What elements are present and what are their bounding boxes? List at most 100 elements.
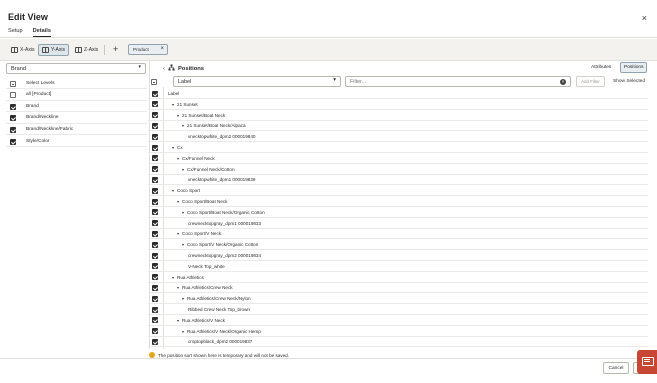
- position-row[interactable]: ▾ Rua Athletics/Crew Neck: [148, 282, 648, 294]
- position-checkbox[interactable]: [152, 90, 158, 97]
- tab-setup[interactable]: Setup: [8, 28, 23, 37]
- level-row[interactable]: Select Levels: [6, 78, 147, 89]
- expand-toggle-icon[interactable]: ▾: [182, 296, 184, 301]
- expand-toggle-icon[interactable]: ▾: [177, 199, 179, 204]
- expand-toggle-icon[interactable]: ▾: [172, 275, 174, 280]
- position-row[interactable]: vnecktopwhite_dpm1 000019839: [148, 174, 648, 186]
- level-checkbox[interactable]: [10, 115, 16, 122]
- chip-remove-icon[interactable]: ×: [160, 46, 164, 52]
- position-checkbox[interactable]: [152, 284, 158, 291]
- level-row[interactable]: all [Product]: [6, 90, 147, 101]
- add-dimension-button[interactable]: +: [113, 43, 118, 55]
- position-checkbox[interactable]: [152, 317, 158, 324]
- position-checkbox[interactable]: [152, 220, 158, 227]
- note-text: The position sort shown here is temporar…: [158, 352, 289, 358]
- expand-toggle-icon[interactable]: ▾: [182, 123, 184, 128]
- level-checkbox[interactable]: [10, 80, 16, 87]
- position-checkbox[interactable]: [152, 209, 158, 216]
- expand-toggle-icon[interactable]: ▾: [177, 231, 179, 236]
- level-row[interactable]: Style/Color: [6, 136, 147, 147]
- position-row[interactable]: crewnecktopgray_dpm2 000019834: [148, 250, 648, 261]
- position-row[interactable]: ▾ 21 Sunset: [148, 99, 648, 110]
- position-row[interactable]: ▾ Rua Athletics/V Neck: [148, 315, 648, 326]
- position-row[interactable]: vnecktopwhite_dpm2 000019840: [148, 131, 648, 143]
- position-row[interactable]: ▾ Rua Athletics/Crew Neck/Nylon: [148, 293, 648, 305]
- tab-details[interactable]: Details: [32, 28, 51, 37]
- position-checkbox[interactable]: [152, 155, 158, 162]
- expand-toggle-icon[interactable]: ▾: [172, 188, 174, 193]
- level-checkbox[interactable]: [10, 103, 16, 110]
- position-row[interactable]: ▾ Rua Athletics/V Neck/Organic Hemp: [148, 326, 648, 337]
- position-checkbox[interactable]: [152, 241, 158, 248]
- position-row[interactable]: ▾ 21 Sunset/Boat Neck: [148, 110, 648, 121]
- position-checkbox[interactable]: [152, 101, 158, 108]
- level-row[interactable]: Brand/Neckline: [6, 113, 147, 124]
- position-row[interactable]: ▾ Coco Sport: [148, 185, 648, 197]
- position-checkbox[interactable]: [152, 176, 158, 183]
- position-checkbox[interactable]: [152, 166, 158, 173]
- expand-toggle-icon[interactable]: ▾: [182, 329, 184, 334]
- position-checkbox[interactable]: [152, 328, 158, 335]
- z-axis-button[interactable]: Z-Axis: [72, 44, 101, 56]
- position-label-wrap: ▾ Rua Athletics/Crew Neck: [177, 285, 233, 290]
- position-row[interactable]: ▾ Cx/Funnel Neck/Cotton: [148, 164, 648, 175]
- show-selected-button[interactable]: Show Selected: [610, 76, 648, 87]
- position-row[interactable]: ▾ Coco Sport/V Neck: [148, 228, 648, 240]
- level-row[interactable]: Brand: [6, 101, 147, 113]
- position-row[interactable]: ▾ Coco Sport/V Neck/Organic Cotton: [148, 239, 648, 251]
- expand-toggle-icon[interactable]: ▾: [177, 285, 179, 290]
- expand-toggle-icon[interactable]: ▾: [182, 210, 184, 215]
- positions-button[interactable]: Positions: [620, 62, 648, 73]
- product-chip[interactable]: Product ×: [128, 44, 168, 55]
- close-icon[interactable]: ×: [642, 13, 647, 23]
- expand-toggle-icon[interactable]: ▾: [182, 167, 184, 172]
- position-row[interactable]: ▾ Rua Athletics: [148, 272, 648, 283]
- position-row[interactable]: ▾ Cx/Funnel Neck: [148, 153, 648, 164]
- cancel-button[interactable]: Cancel: [603, 362, 629, 374]
- position-checkbox[interactable]: [152, 133, 158, 140]
- position-checkbox[interactable]: [152, 274, 158, 281]
- position-checkbox[interactable]: [152, 144, 158, 151]
- position-checkbox[interactable]: [152, 252, 158, 259]
- select-all-checkbox[interactable]: [151, 79, 157, 85]
- expand-toggle-icon[interactable]: ▾: [182, 242, 184, 247]
- position-checkbox[interactable]: [152, 198, 158, 205]
- position-row[interactable]: croptopblack_dpm2 000019837: [148, 336, 648, 348]
- position-checkbox[interactable]: [152, 112, 158, 119]
- position-row[interactable]: crewnecktopgray_dpm1 000019833: [148, 218, 648, 229]
- level-checkbox[interactable]: [10, 138, 16, 145]
- chat-icon[interactable]: [637, 350, 657, 374]
- position-checkbox[interactable]: [152, 187, 158, 194]
- expand-toggle-icon[interactable]: ▾: [177, 156, 179, 161]
- position-row[interactable]: ▾ Cx: [148, 142, 648, 153]
- position-checkbox[interactable]: [152, 122, 158, 129]
- position-checkbox[interactable]: [152, 263, 158, 270]
- level-checkbox[interactable]: [10, 92, 16, 99]
- position-row[interactable]: V-Neck Top_white: [148, 261, 648, 272]
- attributes-button[interactable]: Attributes: [588, 62, 614, 73]
- level-checkbox[interactable]: [10, 126, 16, 133]
- add-filter-button[interactable]: Add Filter: [576, 76, 605, 87]
- expand-toggle-icon[interactable]: ▾: [172, 145, 174, 150]
- position-checkbox[interactable]: [152, 295, 158, 302]
- position-row[interactable]: ▾ Coco Sport/Boat Neck/Organic Cotton: [148, 207, 648, 218]
- position-checkbox[interactable]: [152, 338, 158, 345]
- position-checkbox[interactable]: [152, 306, 158, 313]
- attribute-select[interactable]: Label ▾: [173, 76, 341, 87]
- position-checkbox[interactable]: [152, 230, 158, 237]
- position-row[interactable]: ▾ 21 Sunset/Boat Neck/Alpaca: [148, 120, 648, 132]
- expand-toggle-icon[interactable]: ▾: [177, 318, 179, 323]
- clear-filter-icon[interactable]: ×: [560, 78, 566, 85]
- position-row[interactable]: Ribbed Crew Neck Top_brown: [148, 304, 648, 315]
- expand-toggle-icon[interactable]: ▾: [177, 113, 179, 118]
- level-row[interactable]: Brand/Neckline/Fabric: [6, 124, 147, 136]
- hierarchy-select[interactable]: Brand ▾: [6, 63, 146, 74]
- y-axis-button[interactable]: Y-Axis: [38, 44, 69, 56]
- filter-input[interactable]: Filter... ×: [345, 76, 571, 87]
- x-axis-button[interactable]: X-Axis: [8, 44, 37, 56]
- expand-toggle-icon[interactable]: ▾: [172, 102, 174, 107]
- position-row[interactable]: ▾ Coco Sport/Boat Neck: [148, 196, 648, 207]
- filter-placeholder: Filter...: [350, 79, 367, 85]
- collapse-left-icon[interactable]: ‹: [163, 66, 165, 72]
- position-row[interactable]: Label: [148, 88, 648, 99]
